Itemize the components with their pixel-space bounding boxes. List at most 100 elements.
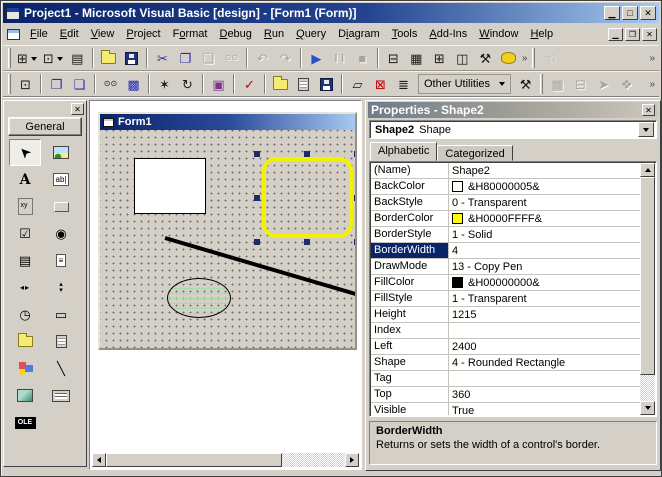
text-document-button[interactable] — [292, 73, 315, 95]
property-row-shape[interactable]: Shape4 - Rounded Rectangle — [371, 355, 640, 371]
property-value[interactable]: &H00000000& — [449, 275, 640, 290]
frame-tool[interactable]: xy — [9, 193, 41, 220]
layout-structure-button[interactable]: ▣ — [207, 73, 230, 95]
find-records-button[interactable]: ⊙⊙ — [99, 73, 122, 95]
property-row-index[interactable]: Index — [371, 323, 640, 339]
scroll-up-icon[interactable] — [640, 163, 655, 177]
property-value[interactable] — [449, 323, 640, 338]
toolbar-grip[interactable] — [8, 48, 11, 68]
window-properties-button[interactable]: ⊡ — [14, 73, 37, 95]
dirlistbox-tool[interactable] — [9, 328, 41, 355]
property-row-name[interactable]: (Name)Shape2 — [371, 163, 640, 179]
save-project-button[interactable] — [120, 47, 143, 69]
selection-handle[interactable] — [354, 195, 355, 201]
commandbutton-tool[interactable] — [45, 193, 77, 220]
paste-add-button[interactable]: ❑ — [68, 73, 91, 95]
image-tool[interactable] — [9, 382, 41, 409]
property-value[interactable]: &H0000FFFF& — [449, 211, 640, 226]
property-value[interactable]: 1215 — [449, 307, 640, 322]
property-row-drawmode[interactable]: DrawMode13 - Copy Pen — [371, 259, 640, 275]
menu-debug[interactable]: Debug — [213, 26, 257, 42]
pointer-tool[interactable]: ➤ — [9, 139, 41, 166]
listbox-tool[interactable]: ≡ — [45, 247, 77, 274]
combobox-tool[interactable]: ▤ — [9, 247, 41, 274]
data-view-button[interactable] — [497, 47, 520, 69]
project-explorer-button[interactable]: ⊟ — [382, 47, 405, 69]
utility-tools-button[interactable]: ⚒ — [514, 73, 537, 95]
property-value[interactable]: True — [449, 403, 640, 415]
object-browser-button[interactable]: ◫ — [451, 47, 474, 69]
copy-button[interactable]: ❐ — [174, 47, 197, 69]
property-row-fillstyle[interactable]: FillStyle1 - Transparent — [371, 291, 640, 307]
properties-window-button[interactable]: ▦ — [405, 47, 428, 69]
mdi-close-button[interactable]: ✕ — [642, 28, 657, 41]
scroll-left-icon[interactable] — [92, 453, 106, 467]
undo-button[interactable]: ↶ — [251, 47, 274, 69]
menu-format[interactable]: Format — [167, 26, 214, 42]
menu-run[interactable]: Run — [258, 26, 290, 42]
properties-vertical-scrollbar[interactable] — [640, 163, 655, 415]
other-utilities-dropdown[interactable]: Other Utilities — [418, 74, 511, 94]
new-window-button[interactable]: ⊟ — [569, 73, 592, 95]
vscrollbar-tool[interactable]: ▴▾ — [45, 274, 77, 301]
property-row-backcolor[interactable]: BackColor&H80000005& — [371, 179, 640, 195]
menu-project[interactable]: Project — [120, 26, 166, 42]
selection-handle[interactable] — [254, 239, 260, 245]
mdi-minimize-button[interactable]: ▁ — [608, 28, 623, 41]
mdi-restore-button[interactable]: ❐ — [625, 28, 640, 41]
eraser-button[interactable]: ▱ — [346, 73, 369, 95]
start-button[interactable]: ▶ — [305, 47, 328, 69]
cut-button[interactable]: ✂ — [151, 47, 174, 69]
property-value[interactable]: 4 - Rounded Rectangle — [449, 355, 640, 370]
find-button[interactable]: ⊙⊙ — [220, 47, 243, 69]
tab-alphabetic[interactable]: Alphabetic — [370, 142, 437, 161]
combo-dropdown-icon[interactable] — [638, 122, 654, 137]
menu-tools[interactable]: Tools — [386, 26, 424, 42]
filelistbox-tool[interactable] — [45, 328, 77, 355]
property-row-left[interactable]: Left2400 — [371, 339, 640, 355]
property-row-height[interactable]: Height1215 — [371, 307, 640, 323]
property-value[interactable]: 1 - Solid — [449, 227, 640, 242]
save-as-button[interactable] — [315, 73, 338, 95]
checkbox-tool[interactable]: ☑ — [9, 220, 41, 247]
toolbar-grip[interactable] — [532, 48, 535, 68]
selection-handle[interactable] — [254, 195, 260, 201]
maximize-button[interactable]: □ — [622, 6, 638, 20]
toolbar2-overflow-chevron[interactable]: » — [647, 79, 657, 90]
wizard-button[interactable]: ✶ — [153, 73, 176, 95]
copy-structure-button[interactable]: ▩ — [546, 73, 569, 95]
property-value[interactable]: 13 - Copy Pen — [449, 259, 640, 274]
delete-window-button[interactable]: ⊠ — [369, 73, 392, 95]
object-selector-combo[interactable]: Shape2 Shape — [369, 120, 657, 139]
menu-window[interactable]: Window — [473, 26, 524, 42]
menu-file[interactable]: File — [24, 26, 54, 42]
selection-handle[interactable] — [304, 151, 310, 157]
picturebox-tool[interactable] — [45, 139, 77, 166]
menu-diagram[interactable]: Diagram — [332, 26, 386, 42]
property-row-backstyle[interactable]: BackStyle0 - Transparent — [371, 195, 640, 211]
pan-button[interactable]: ☜ — [538, 47, 561, 69]
ellipse-shape[interactable] — [167, 278, 231, 318]
tab-categorized[interactable]: Categorized — [437, 145, 512, 161]
form-canvas[interactable] — [100, 130, 355, 348]
break-button[interactable]: ❙❙ — [328, 47, 351, 69]
scroll-down-icon[interactable] — [640, 401, 655, 415]
open-folder-button[interactable] — [269, 73, 292, 95]
validate-button[interactable]: ✓ — [238, 73, 261, 95]
menu-query[interactable]: Query — [290, 26, 332, 42]
menu-edit[interactable]: Edit — [54, 26, 85, 42]
property-row-tag[interactable]: Tag — [371, 371, 640, 387]
property-row-bordercolor[interactable]: BorderColor&H0000FFFF& — [371, 211, 640, 227]
property-value[interactable]: 360 — [449, 387, 640, 402]
properties-close-icon[interactable]: ✕ — [642, 104, 655, 116]
scrollbar-thumb[interactable] — [106, 453, 282, 467]
textbox-tool[interactable]: ab| — [45, 166, 77, 193]
property-row-borderstyle[interactable]: BorderStyle1 - Solid — [371, 227, 640, 243]
copy-object-button[interactable]: ▩ — [122, 73, 145, 95]
menu-view[interactable]: View — [85, 26, 121, 42]
property-value[interactable] — [449, 371, 640, 386]
property-row-top[interactable]: Top360 — [371, 387, 640, 403]
refresh-window-button[interactable]: ↻ — [176, 73, 199, 95]
scrollbar-track[interactable] — [640, 375, 655, 401]
menu-editor-button[interactable]: ▤ — [66, 47, 89, 69]
